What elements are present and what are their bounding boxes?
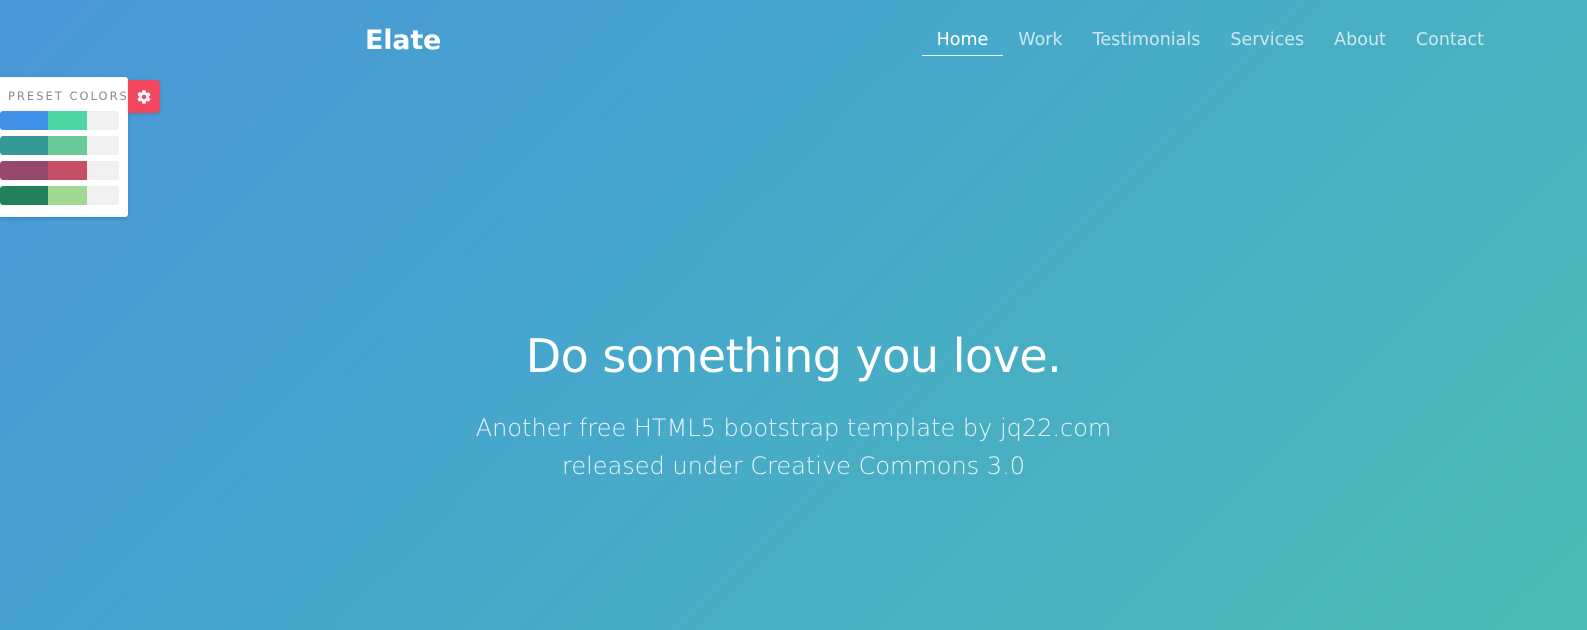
preset-swatch-tertiary[interactable] [86, 186, 119, 205]
preset-swatch-tertiary[interactable] [86, 161, 119, 180]
preset-swatch-secondary[interactable] [47, 161, 87, 180]
preset-color-row[interactable] [0, 186, 119, 205]
nav-item-work[interactable]: Work [1003, 30, 1077, 51]
hero-subtitle: Another free HTML5 bootstrap template by… [475, 413, 1112, 481]
preset-colors-panel: PRESET COLORS [0, 77, 128, 217]
nav-item-contact[interactable]: Contact [1401, 30, 1499, 51]
preset-swatch-tertiary[interactable] [86, 136, 119, 155]
site-header: Elate Home Work Testimonials Services Ab… [0, 0, 1587, 86]
page-background: Elate Home Work Testimonials Services Ab… [0, 0, 1587, 630]
gear-icon [136, 89, 152, 105]
preset-color-row[interactable] [0, 111, 119, 130]
settings-toggle-button[interactable] [128, 80, 160, 113]
preset-swatch-primary[interactable] [0, 111, 48, 130]
preset-color-row[interactable] [0, 136, 119, 155]
preset-swatch-primary[interactable] [0, 136, 48, 155]
preset-swatch-secondary[interactable] [47, 186, 87, 205]
preset-colors-title: PRESET COLORS [8, 89, 129, 103]
hero-title: Do something you love. [525, 329, 1062, 383]
nav-item-services[interactable]: Services [1215, 30, 1319, 51]
hero-section: Do something you love. Another free HTML… [0, 330, 1587, 486]
nav-item-about[interactable]: About [1319, 30, 1401, 51]
brand-logo[interactable]: Elate [365, 27, 441, 54]
preset-swatch-secondary[interactable] [47, 111, 87, 130]
preset-swatch-primary[interactable] [0, 161, 48, 180]
preset-swatch-secondary[interactable] [47, 136, 87, 155]
main-navigation: Home Work Testimonials Services About Co… [921, 30, 1499, 56]
preset-swatch-primary[interactable] [0, 186, 48, 205]
nav-item-testimonials[interactable]: Testimonials [1078, 30, 1216, 51]
preset-colors-list [0, 111, 128, 205]
preset-color-row[interactable] [0, 161, 119, 180]
preset-swatch-tertiary[interactable] [86, 111, 119, 130]
nav-item-home[interactable]: Home [921, 30, 1004, 56]
